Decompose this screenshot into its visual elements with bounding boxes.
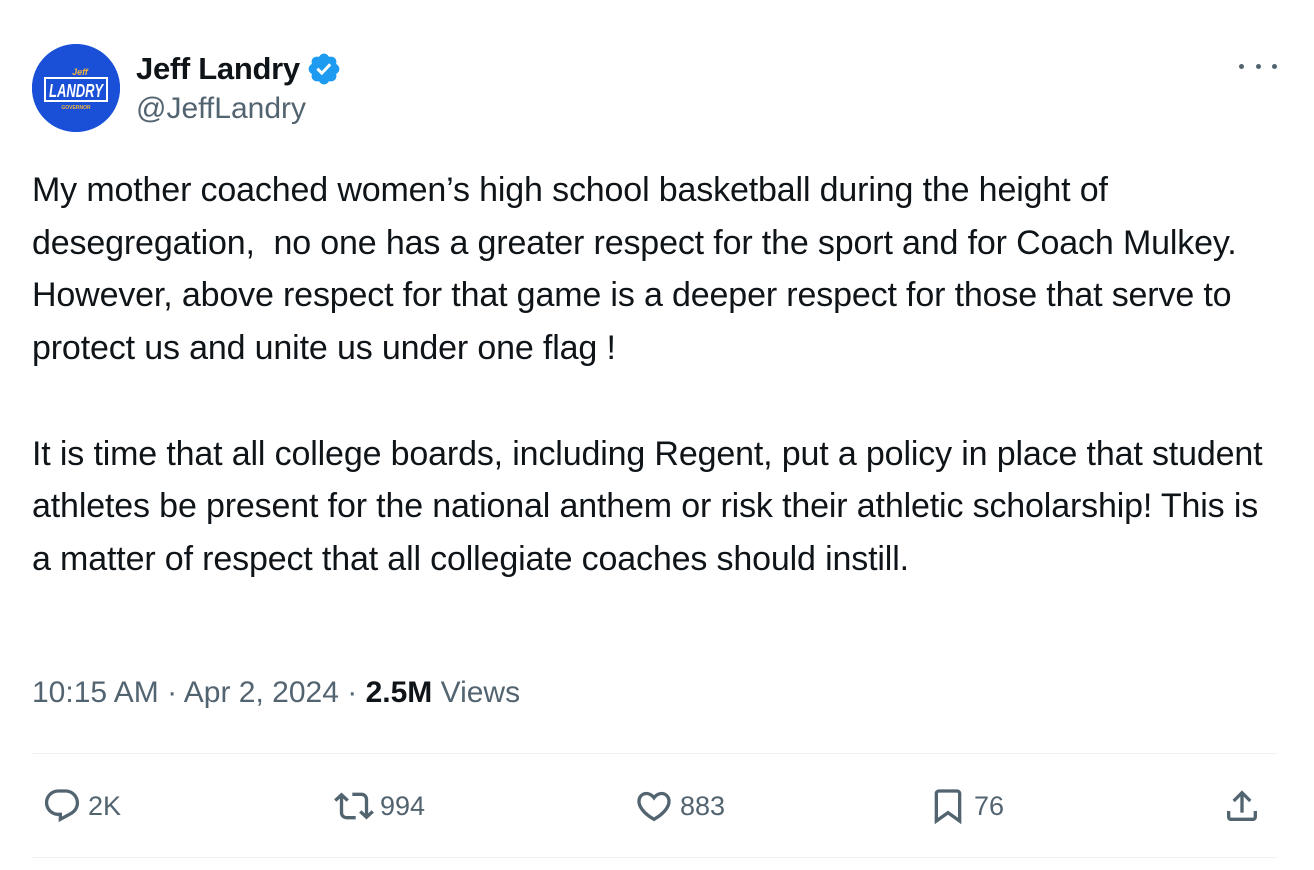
display-name[interactable]: Jeff Landry: [136, 50, 342, 88]
display-name-text[interactable]: Jeff Landry: [136, 51, 300, 87]
tweet-time[interactable]: 10:15 AM: [32, 676, 159, 709]
share-icon: [1227, 790, 1257, 821]
divider: [32, 857, 1277, 858]
like-count: 883: [680, 790, 726, 821]
verified-badge-icon[interactable]: [306, 51, 342, 87]
tweet-header: Jeff LANDRY GOVERNOR Jeff Landry @JeffLa…: [32, 44, 1277, 134]
bookmark-button[interactable]: 76: [928, 778, 1004, 834]
avatar[interactable]: Jeff LANDRY GOVERNOR: [32, 44, 120, 132]
more-options-button[interactable]: [1239, 56, 1277, 76]
more-horizontal-icon: [1255, 63, 1261, 69]
views-label[interactable]: Views: [432, 676, 521, 709]
action-bar: 2K 994 883 76: [32, 778, 1277, 834]
more-horizontal-icon: [1272, 63, 1277, 69]
tweet-card: Jeff LANDRY GOVERNOR Jeff Landry @JeffLa…: [32, 0, 1277, 870]
tweet-date[interactable]: Apr 2, 2024: [184, 676, 339, 709]
avatar-logo-small: Jeff: [72, 67, 89, 77]
author-block: Jeff Landry @JeffLandry: [136, 50, 342, 126]
reply-count: 2K: [88, 790, 122, 821]
reply-icon: [44, 789, 80, 823]
avatar-logo-main: LANDRY: [49, 81, 104, 101]
like-button[interactable]: 883: [634, 778, 725, 834]
landry-logo-icon: Jeff LANDRY GOVERNOR: [32, 44, 120, 132]
retweet-icon: [334, 792, 374, 820]
share-button[interactable]: [1222, 778, 1262, 834]
heart-icon: [637, 791, 671, 822]
tweet-paragraph: My mother coached women’s high school ba…: [32, 171, 1246, 368]
bookmark-count: 76: [974, 790, 1005, 821]
bookmark-icon: [934, 789, 962, 825]
meta-separator: ·: [158, 676, 184, 709]
tweet-paragraph: It is time that all college boards, incl…: [32, 434, 1272, 578]
retweet-count: 994: [380, 790, 426, 821]
tweet-text: My mother coached women’s high school ba…: [32, 164, 1277, 586]
reply-button[interactable]: 2K: [42, 778, 121, 834]
divider: [32, 753, 1277, 754]
meta-separator: ·: [338, 676, 366, 709]
author-handle[interactable]: @JeffLandry: [136, 92, 342, 126]
tweet-meta: 10:15 AM · Apr 2, 2024 · 2.5M Views: [32, 676, 520, 710]
avatar-logo-sub: GOVERNOR: [61, 105, 91, 111]
views-count[interactable]: 2.5M: [366, 676, 433, 709]
more-horizontal-icon: [1239, 63, 1244, 69]
retweet-button[interactable]: 994: [334, 778, 425, 834]
